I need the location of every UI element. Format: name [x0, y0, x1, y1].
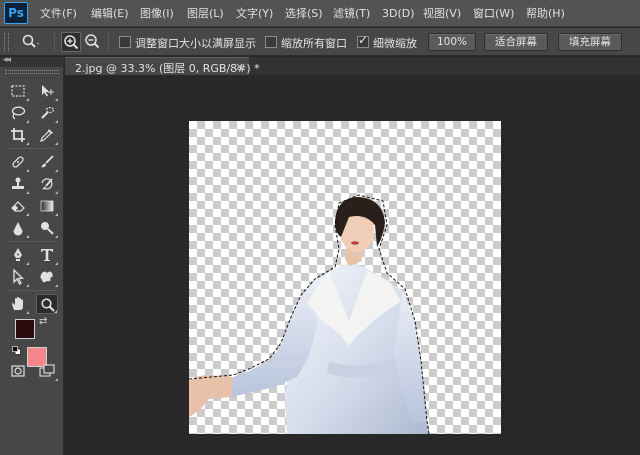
options-bar: 调整窗口大小以满屏显示 缩放所有窗口 细微缩放 100% 适合屏幕 填充屏幕	[0, 28, 640, 56]
eyedropper-tool[interactable]	[36, 125, 58, 145]
menu-3d[interactable]: 3D(D)	[382, 6, 415, 22]
brush-tool[interactable]	[36, 152, 58, 172]
menu-view[interactable]: 视图(V)	[423, 6, 461, 22]
swap-colors-icon[interactable]: ⇄	[39, 316, 47, 327]
double-chevron-icon[interactable]: ◂◂	[3, 55, 11, 65]
document-tab-bar: 2.jpg @ 33.3% (图层 0, RGB/8#) * ×	[65, 57, 640, 75]
zoom-in-button[interactable]	[61, 32, 81, 52]
hand-tool[interactable]	[7, 294, 29, 314]
quick-selection-tool[interactable]	[36, 103, 58, 123]
separator	[54, 33, 55, 51]
history-brush-tool[interactable]	[36, 174, 58, 194]
move-tool[interactable]	[36, 81, 58, 101]
default-colors-icon[interactable]	[12, 345, 21, 355]
resize-windows-label: 调整窗口大小以满屏显示	[135, 37, 256, 50]
zoom-in-icon	[62, 35, 80, 54]
fit-screen-button[interactable]: 适合屏幕	[484, 33, 548, 51]
type-tool[interactable]	[36, 245, 58, 265]
menu-filter[interactable]: 滤镜(T)	[333, 6, 370, 22]
foreground-color-swatch[interactable]	[15, 319, 35, 339]
zoom-out-icon	[83, 34, 101, 53]
zoom-out-button[interactable]	[83, 32, 103, 52]
menu-layer[interactable]: 图层(L)	[187, 6, 224, 22]
toolbox: ◂◂ ⇄	[0, 55, 64, 455]
crop-tool[interactable]	[7, 125, 29, 145]
zoom-icon	[20, 34, 40, 55]
close-icon[interactable]: ×	[235, 60, 244, 73]
toolbox-grip[interactable]	[5, 70, 59, 74]
zoom-all-windows-checkbox[interactable]	[265, 36, 277, 48]
menu-window[interactable]: 窗口(W)	[473, 6, 514, 22]
tool-preset-picker[interactable]	[20, 32, 40, 52]
lasso-tool[interactable]	[7, 103, 29, 123]
toolbox-separator	[8, 290, 56, 291]
document-tab-title: 2.jpg @ 33.3% (图层 0, RGB/8#) *	[75, 62, 260, 75]
gradient-tool[interactable]	[36, 196, 58, 216]
rectangular-marquee-tool[interactable]	[7, 81, 29, 101]
scrubby-zoom-label: 细微缩放	[373, 37, 417, 50]
path-selection-tool[interactable]	[7, 267, 29, 287]
zoom-all-windows-label: 缩放所有窗口	[281, 37, 347, 50]
toolbox-separator	[8, 148, 56, 149]
screen-mode-tool[interactable]	[36, 361, 58, 381]
zoom-tool[interactable]	[36, 294, 58, 314]
separator	[108, 33, 109, 51]
document-canvas[interactable]	[189, 121, 501, 434]
fill-screen-button[interactable]: 填充屏幕	[558, 33, 622, 51]
menu-file[interactable]: 文件(F)	[40, 6, 77, 22]
quick-mask-tool[interactable]	[7, 361, 29, 381]
app-logo: Ps	[4, 2, 28, 24]
eraser-tool[interactable]	[7, 196, 29, 216]
clone-stamp-tool[interactable]	[7, 174, 29, 194]
menu-help[interactable]: 帮助(H)	[526, 6, 565, 22]
scrubby-zoom-checkbox[interactable]	[357, 33, 369, 48]
canvas-area[interactable]	[65, 75, 640, 455]
menu-edit[interactable]: 编辑(E)	[91, 6, 129, 22]
dodge-tool[interactable]	[36, 218, 58, 238]
photo-image	[189, 194, 430, 434]
actual-pixels-button[interactable]: 100%	[428, 33, 476, 51]
blur-tool[interactable]	[7, 218, 29, 238]
menu-type[interactable]: 文字(Y)	[236, 6, 273, 22]
resize-windows-checkbox[interactable]	[119, 36, 131, 48]
menu-bar: Ps 文件(F) 编辑(E) 图像(I) 图层(L) 文字(Y) 选择(S) 滤…	[0, 0, 640, 27]
pen-tool[interactable]	[7, 245, 29, 265]
document-tab[interactable]: 2.jpg @ 33.3% (图层 0, RGB/8#) * ×	[65, 57, 260, 75]
menu-image[interactable]: 图像(I)	[140, 6, 174, 22]
spot-healing-tool[interactable]	[7, 152, 29, 172]
toolbox-separator	[8, 241, 56, 242]
options-bar-grip[interactable]	[4, 33, 9, 51]
menu-select[interactable]: 选择(S)	[285, 6, 323, 22]
toolbox-header: ◂◂	[0, 55, 64, 67]
custom-shape-tool[interactable]	[36, 267, 58, 287]
